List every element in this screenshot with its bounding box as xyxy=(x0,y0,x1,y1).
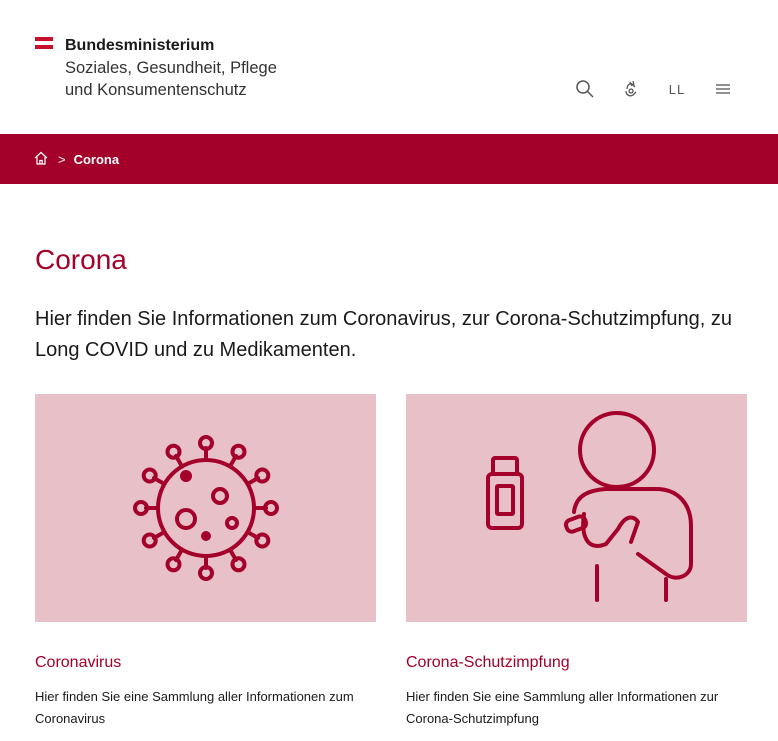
easy-language-link[interactable]: LL xyxy=(666,78,688,100)
logo-line-3: und Konsumentenschutz xyxy=(65,81,247,99)
card-corona-schutzimpfung[interactable]: Corona-Schutzimpfung Hier finden Sie ein… xyxy=(406,394,747,730)
site-header: Bundesministerium Soziales, Gesundheit, … xyxy=(0,0,778,134)
page-title: Corona xyxy=(35,244,127,275)
austrian-flag-icon xyxy=(35,37,53,101)
home-icon[interactable] xyxy=(34,151,50,167)
card-coronavirus[interactable]: Coronavirus Hier finden Sie eine Sammlun… xyxy=(35,394,376,730)
card-description: Hier finden Sie eine Sammlung aller Info… xyxy=(35,689,354,726)
breadcrumb-separator: > xyxy=(58,151,66,167)
page-lead: Hier finden Sie Informationen zum Corona… xyxy=(35,308,732,361)
breadcrumb: > Corona xyxy=(0,134,778,184)
card-title[interactable]: Corona-Schutzimpfung xyxy=(406,654,747,672)
logo-line-2: Soziales, Gesundheit, Pflege xyxy=(65,59,277,77)
header-tools: LL xyxy=(574,78,734,100)
card-image xyxy=(35,394,376,622)
card-title[interactable]: Coronavirus xyxy=(35,654,376,672)
ministry-logo[interactable]: Bundesministerium Soziales, Gesundheit, … xyxy=(35,35,277,101)
search-icon[interactable] xyxy=(574,78,596,100)
virus-icon xyxy=(132,435,279,581)
logo-line-1: Bundesministerium xyxy=(65,37,215,54)
vaccination-icon xyxy=(486,411,693,602)
card-image xyxy=(406,394,747,622)
menu-icon[interactable] xyxy=(712,78,734,100)
breadcrumb-current: Corona xyxy=(73,151,120,167)
card-description: Hier finden Sie eine Sammlung aller Info… xyxy=(406,689,719,726)
sign-language-icon[interactable] xyxy=(620,78,642,100)
logo-text: Bundesministerium Soziales, Gesundheit, … xyxy=(65,35,277,101)
